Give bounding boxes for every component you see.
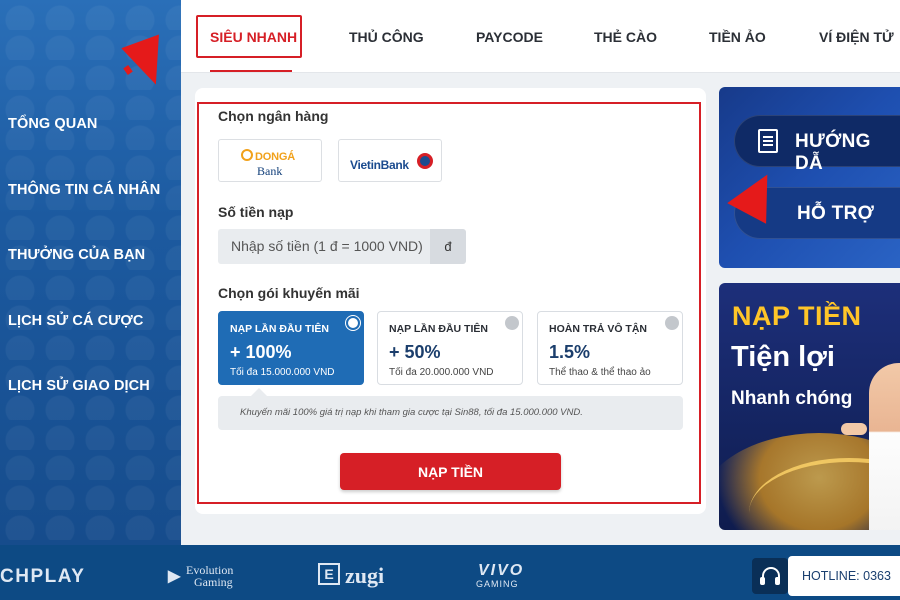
promo-subtext: Tối đa 15.000.000 VND [230, 367, 335, 378]
sidebar: TỔNG QUAN THÔNG TIN CÁ NHÂN THƯỞNG CỦA B… [0, 0, 181, 545]
promo-radio[interactable] [505, 316, 519, 330]
evolution-gaming-icon: ▶ [168, 568, 181, 585]
vietinbank-logo-icon [417, 153, 433, 169]
bank-option-donga[interactable]: DONGÁ Bank [218, 139, 322, 182]
banner-heading: NẠP TIỀN [732, 301, 862, 331]
donga-logo-icon [241, 149, 253, 161]
promo-title: HOÀN TRẢ VÔ TẬN [549, 323, 647, 335]
promo-description-note: Khuyến mãi 100% giá trị nạp khi tham gia… [218, 388, 683, 430]
partner-logo-ezugi: zugi [345, 563, 385, 588]
partner-logo-vivo-sub: GAMING [476, 579, 519, 589]
tab-thu-cong[interactable]: THỦ CÔNG [349, 29, 424, 45]
amount-unit: đ [430, 229, 466, 264]
guide-document-icon [758, 129, 778, 153]
promo-radio[interactable] [665, 316, 679, 330]
tab-tien-ao[interactable]: TIỀN ẢO [709, 29, 766, 45]
tab-the-cao[interactable]: THẺ CÀO [594, 29, 657, 45]
tab-paycode[interactable]: PAYCODE [476, 29, 543, 45]
banner-line-fast: Nhanh chóng [731, 388, 853, 409]
active-tab-underline [210, 70, 292, 72]
headset-icon[interactable] [752, 558, 788, 594]
tab-vi-dien-tu[interactable]: VÍ ĐIỆN TỬ [819, 29, 894, 45]
hotline-text[interactable]: HOTLINE: 0363 [788, 556, 900, 596]
sidebar-item-bet-history[interactable]: LỊCH SỬ CÁ CƯỢC [8, 313, 143, 329]
deposit-submit-button[interactable]: NẠP TIỀN [340, 453, 561, 490]
promo-title: NẠP LẦN ĐẦU TIÊN [230, 323, 329, 335]
promo-section-label: Chọn gói khuyến mãi [218, 285, 360, 301]
partner-logo-techplay: CHPLAY [0, 566, 86, 587]
amount-input[interactable] [218, 229, 430, 264]
promo-option-first-deposit-50[interactable]: NẠP LẦN ĐẦU TIÊN + 50% Tối đa 20.000.000… [377, 311, 523, 385]
promo-value: + 100% [230, 342, 292, 362]
support-button-label: HỖ TRỢ [797, 203, 875, 224]
promo-title: NẠP LẦN ĐẦU TIÊN [389, 323, 488, 335]
bank-section-label: Chọn ngân hàng [218, 108, 329, 124]
promo-radio-selected[interactable] [346, 316, 360, 330]
banner-line-convenient: Tiện lợi [731, 341, 835, 373]
donga-logo-text: DONGÁ [255, 151, 295, 163]
sidebar-item-overview[interactable]: TỔNG QUAN [8, 116, 98, 132]
tab-sieu-nhanh[interactable]: SIÊU NHANH [210, 29, 297, 45]
model-image [869, 363, 900, 530]
promo-option-first-deposit-100[interactable]: NẠP LẦN ĐẦU TIÊN + 100% Tối đa 15.000.00… [218, 311, 364, 385]
deposit-page: TỔNG QUAN THÔNG TIN CÁ NHÂN THƯỞNG CỦA B… [0, 0, 900, 600]
promo-subtext: Tối đa 20.000.000 VND [389, 367, 494, 378]
pointing-hand-image [841, 423, 867, 435]
sidebar-item-profile[interactable]: THÔNG TIN CÁ NHÂN [8, 182, 160, 198]
sidebar-item-rewards[interactable]: THƯỞNG CỦA BẠN [8, 247, 145, 263]
partner-logo-vivo: VIVO [478, 562, 525, 579]
vietinbank-logo-text: VietinBank [350, 158, 409, 172]
bank-option-vietinbank[interactable]: VietinBank [338, 139, 442, 182]
ezugi-e-icon: E [318, 563, 340, 585]
red-arrow-annotation [121, 34, 175, 92]
guide-button-label: HƯỚNG DẪ [795, 131, 871, 174]
promo-value: + 50% [389, 342, 441, 362]
amount-label: Số tiền nạp [218, 204, 294, 220]
deposit-promo-banner[interactable]: NẠP TIỀN Tiện lợi Nhanh chóng [719, 283, 900, 530]
promo-subtext: Thể thao & thể thao ảo [549, 367, 651, 378]
sidebar-item-transaction-history[interactable]: LỊCH SỬ GIAO DỊCH [8, 378, 150, 394]
partner-logo-evolution-sub: Gaming [194, 575, 233, 589]
promo-value: 1.5% [549, 342, 591, 362]
promo-option-cashback[interactable]: HOÀN TRẢ VÔ TẬN 1.5% Thể thao & thể thao… [537, 311, 683, 385]
donga-logo-subtext: Bank [257, 164, 283, 178]
